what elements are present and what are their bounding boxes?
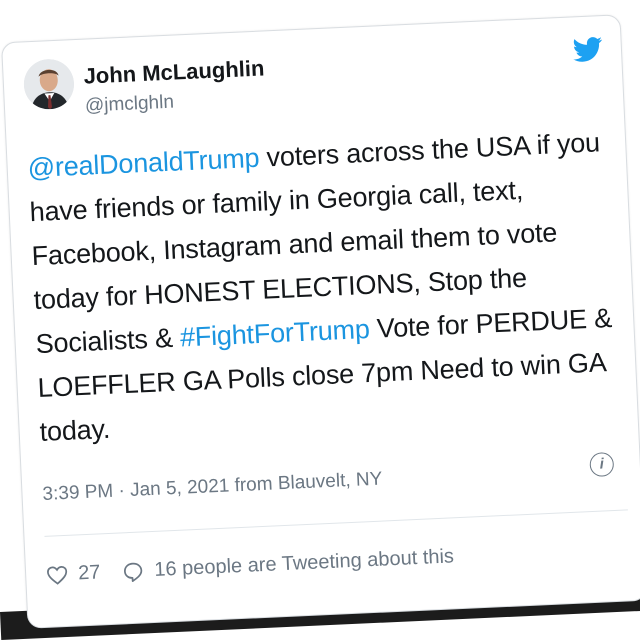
info-icon[interactable]: i <box>589 452 615 478</box>
reply-text: 16 people are Tweeting about this <box>153 545 455 581</box>
heart-icon <box>47 565 68 585</box>
avatar[interactable] <box>22 58 76 111</box>
divider <box>44 509 628 537</box>
avatar-portrait <box>22 58 76 111</box>
reply-button[interactable]: 16 people are Tweeting about this <box>122 545 455 583</box>
like-button[interactable]: 27 <box>46 561 101 586</box>
author-name[interactable]: John McLaughlin <box>83 55 265 89</box>
tweet-card: John McLaughlin @jmclghln @realDonaldTru… <box>1 14 640 629</box>
twitter-bird-icon[interactable] <box>572 36 603 63</box>
like-count: 27 <box>77 561 101 585</box>
hashtag-link[interactable]: #FightForTrump <box>179 314 370 353</box>
mention-link[interactable]: @realDonaldTrump <box>27 143 260 183</box>
action-bar: 27 16 people are Tweeting about this <box>46 545 455 586</box>
tweet-timestamp[interactable]: 3:39 PM · Jan 5, 2021 from Blauvelt, NY <box>42 469 383 506</box>
tweet-text: @realDonaldTrump voters across the USA i… <box>27 120 625 454</box>
speech-bubble-icon <box>124 562 143 582</box>
author-handle[interactable]: @jmclghln <box>85 92 175 118</box>
